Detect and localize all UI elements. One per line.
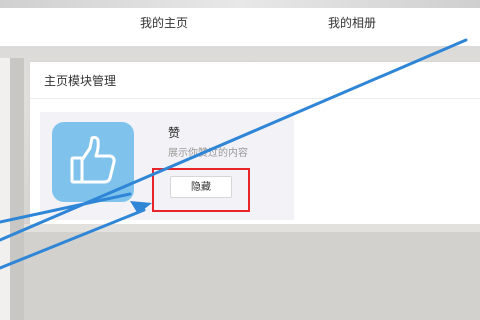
nav-my-album[interactable]: 我的相册 <box>328 14 376 31</box>
module-icon <box>52 122 134 202</box>
top-nav: 我的主页 我的相册 <box>0 8 480 46</box>
thumbs-up-icon <box>70 135 116 184</box>
module-management-panel: 主页模块管理 赞 展示你赞过的内容 隐藏 <box>30 62 480 226</box>
nav-my-homepage[interactable]: 我的主页 <box>140 14 188 31</box>
left-rail <box>0 58 10 320</box>
module-description: 展示你赞过的内容 <box>168 148 248 159</box>
top-strip <box>0 0 480 8</box>
left-rail-shadow <box>10 58 24 320</box>
module-name: 赞 <box>168 126 181 140</box>
lower-content-area <box>24 232 480 320</box>
panel-title: 主页模块管理 <box>44 74 117 88</box>
highlight-box <box>152 168 250 212</box>
panel-divider <box>30 98 480 99</box>
